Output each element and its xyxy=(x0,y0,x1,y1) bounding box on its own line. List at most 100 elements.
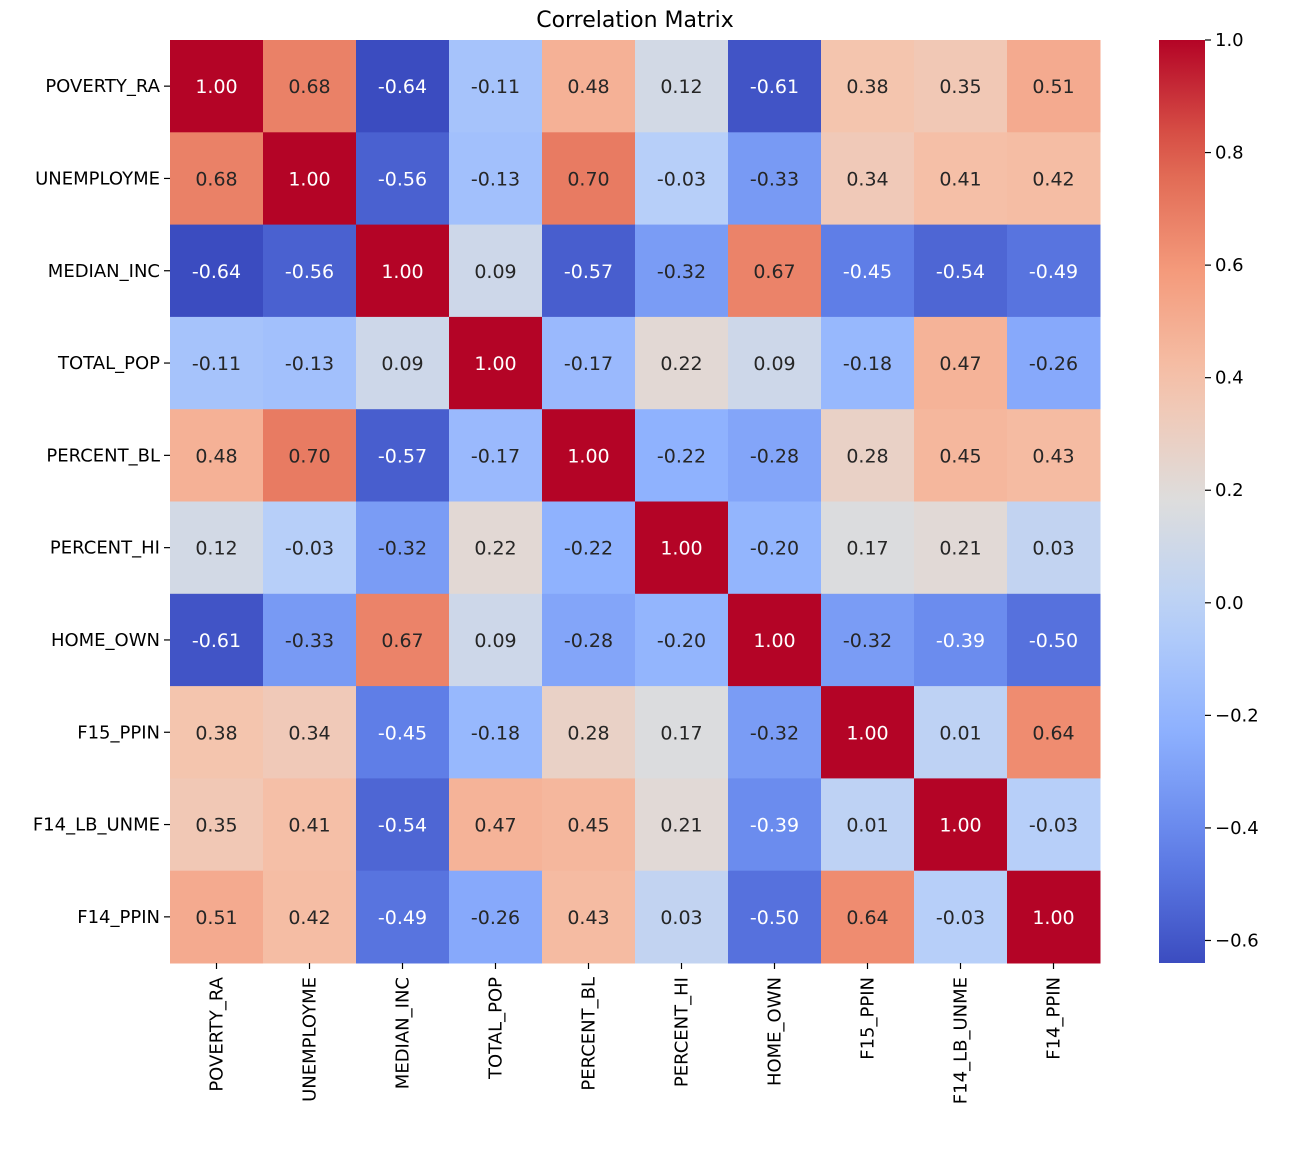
cell-value-label: 0.42 xyxy=(288,907,330,929)
cell-value-label: 1.00 xyxy=(195,76,237,98)
cell-value-label: 0.38 xyxy=(846,76,888,98)
cell-value-label: 0.21 xyxy=(939,538,981,560)
x-axis-tick-labels: POVERTY_RA UNEMPLOYME MEDIAN_INC TOTAL_POP P… xyxy=(207,963,1065,1104)
cell-value-label: 1.00 xyxy=(381,261,423,283)
heatmap-cells: 1.00 0.68 -0.64 -0.11 0.48 0.12 -0.61 0.38 0.35 0… xyxy=(170,40,1101,964)
cell-value-label: 0.34 xyxy=(288,722,330,744)
y-tick-label: HOME_OWN xyxy=(51,630,160,651)
chart-title: Correlation Matrix xyxy=(536,8,734,33)
cell-value-label: -0.57 xyxy=(378,445,427,467)
cell-value-label: -0.22 xyxy=(564,538,613,560)
colorbar-tick-label: 0.8 xyxy=(1215,143,1244,164)
cell-value-label: -0.20 xyxy=(750,538,799,560)
cell-value-label: -0.56 xyxy=(378,168,427,190)
cell-value-label: -0.28 xyxy=(564,630,613,652)
cell-value-label: 0.35 xyxy=(195,815,237,837)
x-tick-label: F14_LB_UNME xyxy=(951,977,972,1104)
cell-value-label: 1.00 xyxy=(939,815,981,837)
colorbar-tick-label: 0.6 xyxy=(1215,255,1244,276)
cell-value-label: 0.17 xyxy=(846,538,888,560)
cell-value-label: 1.00 xyxy=(567,445,609,467)
cell-value-label: 1.00 xyxy=(1032,907,1074,929)
cell-value-label: 0.28 xyxy=(567,722,609,744)
x-tick-label: PERCENT_BL xyxy=(579,977,600,1091)
cell-value-label: 1.00 xyxy=(288,168,330,190)
colorbar-tick-label: 0.4 xyxy=(1215,368,1244,389)
cell-value-label: 0.03 xyxy=(660,907,702,929)
colorbar: 1.0 0.8 0.6 0.4 0.2 0.0 −0.2 −0.4 −0.6 xyxy=(1159,30,1259,963)
cell-value-label: 1.00 xyxy=(753,630,795,652)
cell-value-label: 0.01 xyxy=(939,722,981,744)
cell-value-label: -0.54 xyxy=(936,261,985,283)
cell-value-label: 0.41 xyxy=(939,168,981,190)
cell-value-label: -0.32 xyxy=(378,538,427,560)
cell-value-label: -0.11 xyxy=(471,76,520,98)
cell-value-label: -0.17 xyxy=(564,353,613,375)
y-tick-label: TOTAL_POP xyxy=(57,353,160,374)
cell-value-label: -0.50 xyxy=(750,907,799,929)
cell-value-label: 0.17 xyxy=(660,722,702,744)
colorbar-tick-label: 0.0 xyxy=(1215,593,1244,614)
cell-value-label: -0.49 xyxy=(378,907,427,929)
cell-value-label: 0.28 xyxy=(846,445,888,467)
cell-value-label: -0.61 xyxy=(750,76,799,98)
cell-value-label: -0.22 xyxy=(657,445,706,467)
cell-value-label: 0.45 xyxy=(567,815,609,837)
cell-value-label: 0.51 xyxy=(1032,76,1074,98)
cell-value-label: 0.64 xyxy=(1032,722,1074,744)
y-axis-tick-labels: POVERTY_RA UNEMPLOYME MEDIAN_INC TOTAL_POP P… xyxy=(33,76,170,928)
cell-value-label: -0.33 xyxy=(750,168,799,190)
cell-value-label: 0.38 xyxy=(195,722,237,744)
cell-value-label: -0.26 xyxy=(471,907,520,929)
cell-value-label: 0.09 xyxy=(474,630,516,652)
correlation-heatmap-chart: Correlation Matrix 1.00 0.68 -0.64 -0.11 0.4… xyxy=(33,8,1259,1104)
cell-value-label: -0.39 xyxy=(936,630,985,652)
cell-value-label: 0.35 xyxy=(939,76,981,98)
x-tick-label: UNEMPLOYME xyxy=(300,977,321,1102)
cell-value-label: -0.50 xyxy=(1029,630,1078,652)
cell-value-label: 0.70 xyxy=(288,445,330,467)
y-tick-label: F15_PPIN xyxy=(77,722,160,743)
cell-value-label: -0.45 xyxy=(378,722,427,744)
x-tick-label: TOTAL_POP xyxy=(486,977,507,1080)
cell-value-label: -0.03 xyxy=(657,168,706,190)
colorbar-tick-label: 1.0 xyxy=(1215,30,1244,51)
cell-value-label: -0.49 xyxy=(1029,261,1078,283)
cell-value-label: -0.39 xyxy=(750,815,799,837)
cell-value-label: -0.56 xyxy=(285,261,334,283)
cell-value-label: 0.41 xyxy=(288,815,330,837)
cell-value-label: -0.54 xyxy=(378,815,427,837)
cell-value-label: 0.22 xyxy=(474,538,516,560)
y-tick-label: PERCENT_BL xyxy=(46,445,160,466)
cell-value-label: 0.43 xyxy=(567,907,609,929)
cell-value-label: -0.18 xyxy=(843,353,892,375)
cell-value-label: 0.21 xyxy=(660,815,702,837)
cell-value-label: -0.32 xyxy=(750,722,799,744)
cell-value-label: 0.67 xyxy=(381,630,423,652)
cell-value-label: 1.00 xyxy=(660,538,702,560)
y-tick-label: POVERTY_RA xyxy=(45,76,160,97)
y-tick-label: MEDIAN_INC xyxy=(48,261,160,282)
cell-value-label: 0.47 xyxy=(474,815,516,837)
colorbar-tick-label: −0.2 xyxy=(1215,705,1259,726)
cell-value-label: -0.13 xyxy=(471,168,520,190)
cell-value-label: 0.42 xyxy=(1032,168,1074,190)
cell-value-label: 0.09 xyxy=(753,353,795,375)
colorbar-tick-label: 0.2 xyxy=(1215,480,1244,501)
cell-value-label: 0.12 xyxy=(195,538,237,560)
cell-value-label: -0.03 xyxy=(285,538,334,560)
cell-value-label: -0.61 xyxy=(192,630,241,652)
x-tick-label: HOME_OWN xyxy=(765,977,786,1086)
cell-value-label: 0.22 xyxy=(660,353,702,375)
cell-value-label: -0.17 xyxy=(471,445,520,467)
y-tick-label: UNEMPLOYME xyxy=(35,168,160,189)
colorbar-tick-label: −0.6 xyxy=(1215,930,1259,951)
cell-value-label: -0.64 xyxy=(192,261,241,283)
cell-value-label: 0.47 xyxy=(939,353,981,375)
cell-value-label: 0.51 xyxy=(195,907,237,929)
cell-value-label: 0.34 xyxy=(846,168,888,190)
cell-value-label: -0.03 xyxy=(936,907,985,929)
cell-value-label: 0.70 xyxy=(567,168,609,190)
cell-value-label: 0.48 xyxy=(195,445,237,467)
cell-value-label: -0.13 xyxy=(285,353,334,375)
